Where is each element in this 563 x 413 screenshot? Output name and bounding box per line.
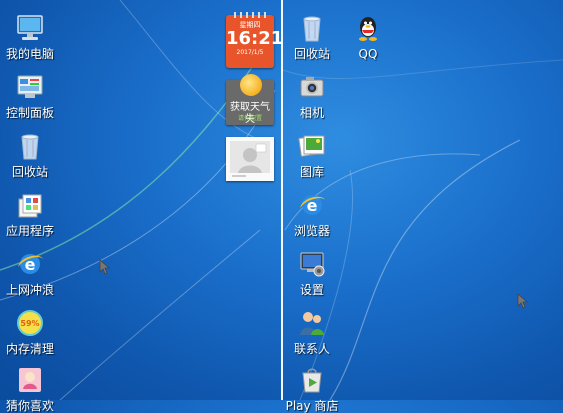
- clock-date: 2017/1/5: [236, 49, 264, 56]
- icon-label: 应用程序: [5, 224, 54, 238]
- weather-widget[interactable]: 获取天气失 请先配置: [226, 74, 274, 125]
- desktop-icon-settings[interactable]: 设置: [277, 249, 347, 297]
- icon-label: 相机: [299, 106, 324, 120]
- play-store-icon: [297, 365, 327, 395]
- desktop-icon-internet[interactable]: e 上网冲浪: [0, 249, 65, 297]
- control-panel-icon: [15, 72, 45, 102]
- icon-label: 设置: [299, 283, 324, 297]
- desktop-icon-my-computer[interactable]: 我的电脑: [0, 13, 65, 61]
- photo-frame-widget[interactable]: [226, 137, 274, 181]
- icon-label: 浏览器: [293, 224, 330, 238]
- sun-icon: [240, 74, 262, 96]
- desktop-icon-camera[interactable]: 相机: [277, 72, 347, 120]
- desktop-icon-contacts[interactable]: 联系人: [277, 308, 347, 356]
- icon-label: 我的电脑: [5, 47, 54, 61]
- weather-hint: 请先配置: [237, 115, 262, 122]
- recommend-icon: [15, 365, 45, 395]
- memory-percent: 59%: [20, 319, 39, 328]
- camera-icon: [297, 72, 327, 102]
- ie-browser-icon: e: [297, 190, 327, 220]
- desktop-icon-gallery[interactable]: 图库: [277, 131, 347, 179]
- contacts-icon: [297, 308, 327, 338]
- icon-label: 上网冲浪: [5, 283, 54, 297]
- desktop-icon-control-panel[interactable]: 控制面板: [0, 72, 65, 120]
- icon-label: 回收站: [11, 165, 48, 179]
- icon-label: 联系人: [293, 342, 330, 356]
- icon-label: QQ: [358, 47, 378, 61]
- settings-icon: [297, 249, 327, 279]
- gallery-icon: [297, 131, 327, 161]
- ie-browser-icon: e: [15, 249, 45, 279]
- icon-label: Play 商店: [285, 399, 339, 413]
- desktop-icon-browser[interactable]: e 浏览器: [277, 190, 347, 238]
- recycle-bin-icon: [15, 131, 45, 161]
- icon-label: 图库: [299, 165, 324, 179]
- memory-clean-icon: 59%: [15, 308, 45, 338]
- desktop-icon-qq[interactable]: QQ: [333, 13, 403, 61]
- desktop-icon-recommend[interactable]: 猜你喜欢: [0, 365, 65, 413]
- icon-label: 猜你喜欢: [5, 399, 54, 413]
- desktop-icon-memory-clean[interactable]: 59% 内存清理: [0, 308, 65, 356]
- applications-icon: [15, 190, 45, 220]
- desktop-icon-applications[interactable]: 应用程序: [0, 190, 65, 238]
- desktop-icon-play-store[interactable]: Play 商店: [277, 365, 347, 413]
- recycle-bin-icon: [297, 13, 327, 43]
- mouse-cursor-icon: [517, 293, 529, 309]
- calendar-rings: [234, 12, 266, 18]
- clock-time: 16:21: [226, 28, 284, 49]
- icon-label: 控制面板: [5, 106, 54, 120]
- qq-icon: [353, 13, 383, 43]
- clock-widget[interactable]: 星期四 16:21 2017/1/5: [226, 12, 284, 68]
- icon-label: 内存清理: [5, 342, 54, 356]
- mouse-cursor-icon: [99, 259, 111, 275]
- desktop-icon-recycle-bin-left[interactable]: 回收站: [0, 131, 65, 179]
- photo-placeholder-icon: [230, 141, 270, 177]
- computer-icon: [15, 13, 45, 43]
